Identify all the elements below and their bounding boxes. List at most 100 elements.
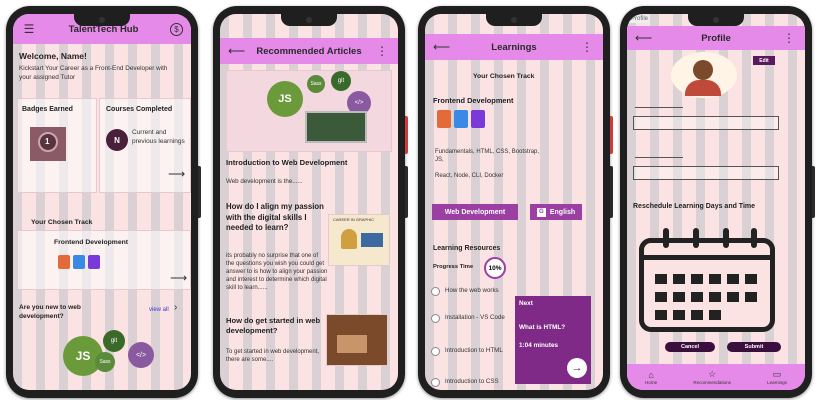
html-icon — [58, 255, 70, 269]
next-label: Next — [519, 300, 533, 307]
resource-radio-3[interactable] — [431, 347, 440, 356]
next-lesson-card[interactable]: Next What is HTML? 1:04 minutes → — [515, 296, 591, 384]
nav-recommendations-label: Recommendations — [693, 380, 731, 385]
profile-title: Profile — [701, 32, 731, 44]
star-icon: ☆ — [708, 369, 717, 379]
learnings-track-name: Frontend Development — [433, 96, 514, 105]
home-screen: ☰ TalentTech Hub $ Welcome, Name! Kickst… — [13, 14, 191, 390]
profile-screen: Profile ⟵ Profile ⋮ Edit Reschedule Lear… — [627, 14, 805, 390]
field-label-line-2 — [635, 157, 683, 158]
badge-icon: 1 — [30, 127, 66, 161]
article3-image[interactable] — [326, 314, 388, 366]
nav-home[interactable]: ⌂ Home — [645, 370, 657, 385]
next-lesson-time: 1:04 minutes — [519, 342, 559, 349]
menu-icon[interactable]: ☰ — [21, 22, 37, 36]
skills-line1: Fundamentals, HTML, CSS, Bootstrap, JS, — [435, 149, 540, 164]
article2-image-label: CAREER IN GRAPHIC — [333, 217, 375, 222]
resources-heading: Learning Resources — [433, 245, 501, 252]
welcome-heading: Welcome, Name! — [19, 51, 87, 61]
bottom-nav: ⌂ Home ☆ Recommendations ▭ Learnings — [627, 364, 805, 390]
arrow-right-icon[interactable]: ⟶ — [168, 167, 185, 181]
submit-button[interactable]: Submit — [727, 342, 781, 352]
progress-circle: 10% — [484, 257, 506, 279]
edit-button[interactable]: Edit — [753, 56, 775, 65]
js-icon — [471, 110, 485, 128]
articles-title: Recommended Articles — [256, 45, 362, 57]
chosen-track-label: Your Chosen Track — [473, 73, 535, 80]
article3-title[interactable]: How do get started in web development? — [226, 316, 322, 337]
play-next-icon[interactable]: → — [567, 358, 587, 378]
phone-home: ☰ TalentTech Hub $ Welcome, Name! Kickst… — [6, 6, 201, 398]
skills-line2: React, Node, CLI, Docker — [435, 173, 504, 179]
css-icon — [73, 255, 85, 269]
js-icon — [88, 255, 100, 269]
back-arrow-icon[interactable]: ⟵ — [433, 40, 450, 54]
resource-radio-2[interactable] — [431, 314, 440, 323]
view-all-link[interactable]: view all — [149, 306, 169, 314]
phone-profile: Profile ⟵ Profile ⋮ Edit Reschedule Lear… — [620, 6, 815, 398]
phone-articles: ⟵ Recommended Articles ⋮ JS Sass git </>… — [213, 6, 408, 398]
back-arrow-icon[interactable]: ⟵ — [228, 44, 245, 58]
article1-title[interactable]: Introduction to Web Development — [226, 158, 347, 168]
resource-item-3[interactable]: Introduction to HTML — [445, 347, 505, 355]
article2-title[interactable]: How do I align my passion with the digit… — [226, 202, 326, 234]
more-vertical-icon[interactable]: ⋮ — [579, 40, 595, 54]
calendar-icon[interactable] — [633, 224, 781, 334]
web-development-button[interactable]: Web Development — [432, 204, 518, 220]
profile-field-1[interactable] — [633, 116, 779, 130]
track-name: Frontend Development — [54, 239, 129, 246]
more-vertical-icon[interactable]: ⋮ — [781, 31, 797, 45]
resource-item-2[interactable]: Installation - VS Code — [445, 314, 507, 322]
field-label-line-1 — [635, 107, 683, 108]
resource-radio-1[interactable] — [431, 287, 440, 296]
learnings-topbar: ⟵ Learnings ⋮ — [425, 34, 603, 60]
js-badge: JS — [267, 81, 303, 117]
sass-badge: Sass — [307, 75, 325, 93]
html-icon — [437, 110, 451, 128]
next-lesson-title: What is HTML? — [519, 324, 566, 331]
courses-card[interactable]: Courses Completed N Current and previous… — [99, 98, 191, 193]
new-question: Are you new to web development? — [19, 304, 81, 320]
phone-learnings: ⟵ Learnings ⋮ Your Chosen Track Frontend… — [418, 6, 613, 398]
resource-item-4[interactable]: Introduction to CSS — [445, 378, 499, 386]
article1-image[interactable]: JS Sass git </> — [226, 70, 392, 152]
courses-desc: Current and previous learnings — [132, 129, 185, 145]
nav-recommendations[interactable]: ☆ Recommendations — [693, 369, 731, 385]
badges-card[interactable]: Badges Earned 1 — [17, 98, 97, 193]
tech-tags — [58, 255, 103, 274]
learnings-title: Learnings — [491, 41, 537, 53]
profile-topbar: ⟵ Profile ⋮ — [627, 26, 805, 50]
cancel-button[interactable]: Cancel — [665, 342, 715, 352]
profile-field-2[interactable] — [633, 166, 779, 180]
reschedule-heading: Reschedule Learning Days and Time — [633, 203, 756, 210]
track-arrow-icon[interactable]: ⟶ — [170, 271, 187, 285]
learnings-screen: ⟵ Learnings ⋮ Your Chosen Track Frontend… — [425, 14, 603, 390]
chevron-right-icon[interactable]: › — [174, 302, 177, 313]
progress-label: Progress Time — [433, 264, 474, 270]
nav-learnings-label: Learnings — [767, 380, 787, 385]
home-icon: ⌂ — [648, 369, 654, 380]
profile-avatar[interactable] — [671, 52, 737, 98]
article1-text: Web development is the...... — [226, 178, 303, 185]
article2-text: its probably no surprise that one of the… — [226, 253, 328, 292]
badges-label: Badges Earned — [22, 106, 73, 113]
laptop-icon — [305, 111, 367, 143]
resource-item-1[interactable]: How the web works — [445, 287, 499, 295]
track-card[interactable]: Frontend Development ⟶ — [17, 230, 191, 290]
welcome-subtitle: Kickstart Your Career as a Front-End Dev… — [19, 65, 168, 81]
back-arrow-icon[interactable]: ⟵ — [635, 31, 652, 45]
article2-image[interactable]: CAREER IN GRAPHIC — [328, 214, 390, 266]
courses-label: Courses Completed — [106, 106, 173, 113]
nav-learnings[interactable]: ▭ Learnings — [767, 369, 787, 385]
more-vertical-icon[interactable]: ⋮ — [374, 44, 390, 58]
dollar-icon[interactable]: $ — [170, 22, 183, 36]
language-button[interactable]: G English — [530, 204, 582, 220]
resource-radio-4[interactable] — [431, 378, 440, 387]
showcase-stage: ☰ TalentTech Hub $ Welcome, Name! Kickst… — [0, 0, 824, 400]
articles-topbar: ⟵ Recommended Articles ⋮ — [220, 38, 398, 64]
article3-text: To get started in web development, there… — [226, 349, 320, 364]
language-label: English — [549, 208, 576, 216]
learnings-tech-tags — [437, 110, 488, 133]
track-label: Your Chosen Track — [31, 219, 93, 226]
translate-icon: G — [536, 207, 546, 217]
